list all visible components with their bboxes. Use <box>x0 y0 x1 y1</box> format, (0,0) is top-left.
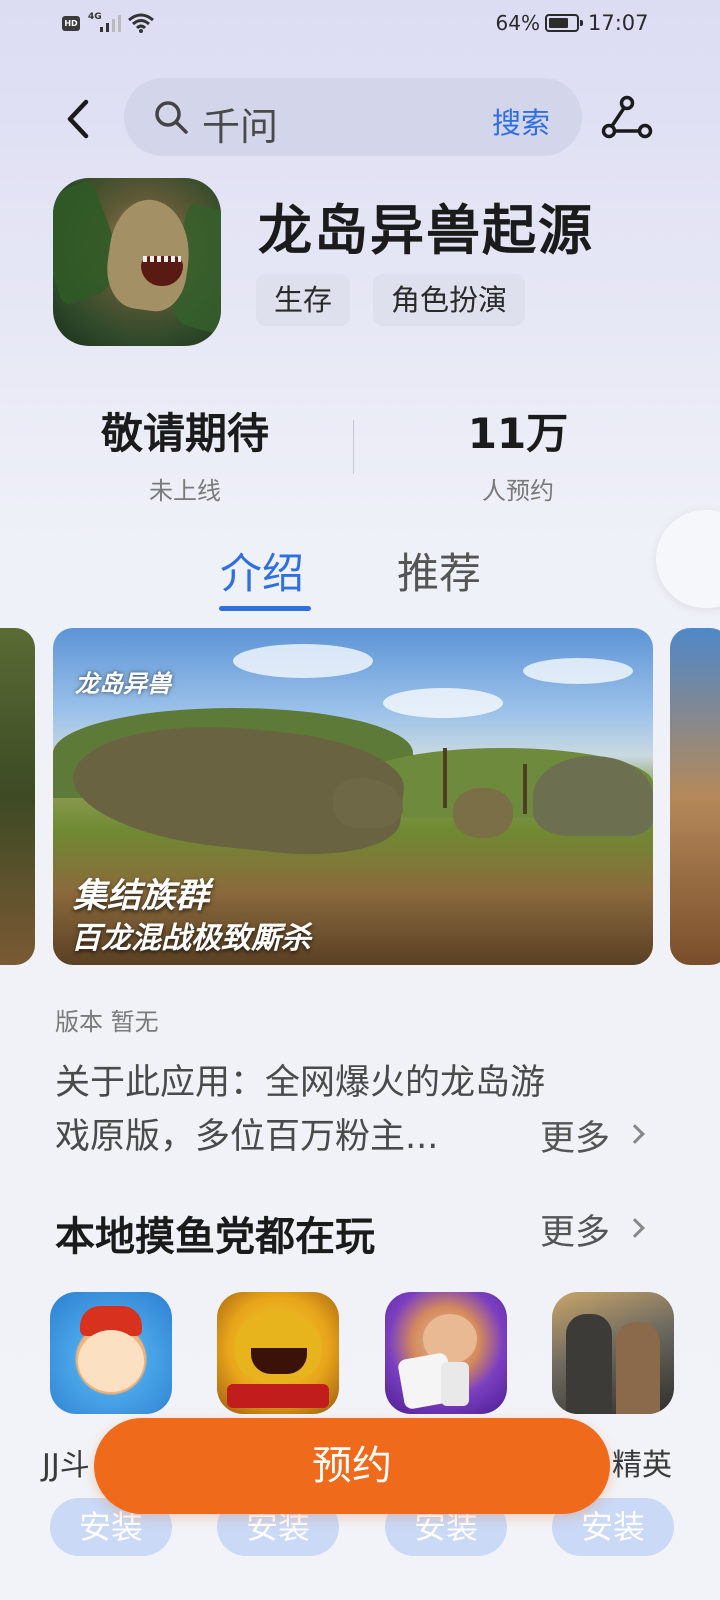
wifi-icon <box>128 13 154 33</box>
search-bar[interactable]: 千问 搜索 <box>124 78 582 156</box>
screenshot-prev[interactable] <box>0 628 35 965</box>
floating-handle[interactable] <box>656 510 720 608</box>
release-status-label: 未上线 <box>149 477 221 505</box>
reservation-count-label: 人预约 <box>482 477 554 505</box>
battery-icon <box>545 14 583 32</box>
battery-percent: 64% <box>495 11 540 35</box>
tag-survival[interactable]: 生存 <box>256 274 351 326</box>
section-title: 本地摸鱼党都在玩 <box>55 1214 375 1260</box>
recommended-app-name[interactable]: 精英 <box>612 1440 672 1484</box>
app-icon <box>53 178 221 346</box>
back-icon[interactable] <box>56 96 102 142</box>
search-input[interactable]: 千问 <box>202 96 278 151</box>
version-info: 版本 暂无 <box>55 1008 159 1036</box>
section-more-button[interactable]: 更多 <box>540 1204 610 1255</box>
screenshot-logo: 龙岛异兽 <box>75 670 171 698</box>
description-more-button[interactable]: 更多 <box>540 1110 610 1161</box>
hd-badge: HD <box>62 16 80 31</box>
tag-rpg[interactable]: 角色扮演 <box>373 274 526 326</box>
reservation-count: 11万 人预约 <box>388 400 648 506</box>
cartoon-boss-icon[interactable] <box>50 1292 172 1414</box>
reserve-button[interactable]: 预约 <box>94 1418 610 1514</box>
screenshot-next[interactable] <box>670 628 720 965</box>
screenshot-caption-1: 集结族群 <box>73 876 209 916</box>
screenshot-main[interactable]: 龙岛异兽 集结族群 百龙混战极致厮杀 <box>53 628 653 965</box>
tab-recommend[interactable]: 推荐 <box>397 540 481 601</box>
search-icon <box>155 101 188 134</box>
tab-intro[interactable]: 介绍 <box>220 540 304 601</box>
release-status-value: 敬请期待 <box>100 409 269 458</box>
stat-divider <box>353 420 354 474</box>
tab-indicator <box>219 606 311 611</box>
status-bar: HD 4G 64% 17:07 <box>0 0 720 50</box>
golden-shark-icon[interactable] <box>217 1292 339 1414</box>
search-button[interactable]: 搜索 <box>492 100 550 142</box>
reservation-count-value: 11万 <box>467 409 569 458</box>
clock: 17:07 <box>588 11 649 35</box>
signal-icon <box>100 15 121 32</box>
dice-game-icon[interactable] <box>385 1292 507 1414</box>
screenshot-caption-2: 百龙混战极致厮杀 <box>71 921 311 956</box>
app-title: 龙岛异兽起源 <box>258 199 594 262</box>
recommended-app-name[interactable]: JJ斗 <box>42 1440 90 1484</box>
share-icon[interactable] <box>600 95 654 143</box>
release-status: 敬请期待 未上线 <box>55 400 315 506</box>
description-line-1: 关于此应用：全网爆火的龙岛游 <box>55 1063 546 1103</box>
chevron-right-icon <box>625 1218 645 1238</box>
chevron-right-icon <box>625 1124 645 1144</box>
shooter-game-icon[interactable] <box>552 1292 674 1414</box>
